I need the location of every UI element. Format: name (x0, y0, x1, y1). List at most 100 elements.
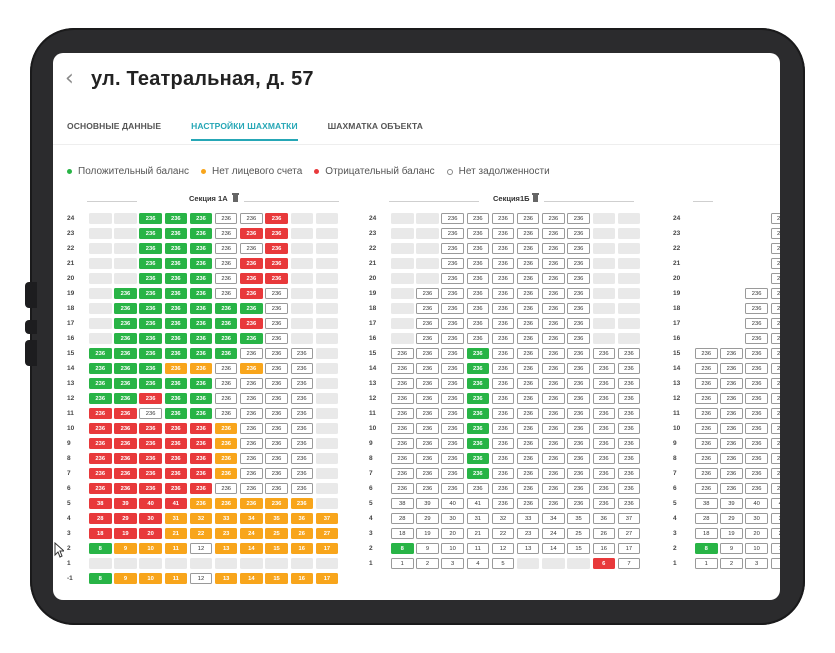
apartment-cell[interactable]: 236 (189, 258, 213, 269)
apartment-cell[interactable]: 8 (89, 543, 112, 554)
apartment-cell[interactable]: 33 (516, 513, 540, 524)
apartment-cell[interactable]: 236 (491, 378, 515, 389)
apartment-cell[interactable]: 236 (416, 483, 439, 494)
apartment-cell[interactable]: 20 (441, 528, 464, 539)
apartment-cell[interactable]: 236 (542, 348, 565, 359)
apartment-cell[interactable]: 10 (139, 573, 162, 584)
apartment-cell[interactable]: 236 (770, 378, 780, 389)
apartment-cell[interactable]: 236 (491, 453, 515, 464)
apartment-cell[interactable]: 236 (290, 483, 313, 494)
apartment-cell[interactable]: 236 (770, 273, 780, 284)
apartment-cell[interactable]: 236 (189, 423, 213, 434)
apartment-cell[interactable]: 236 (617, 483, 641, 494)
apartment-cell[interactable]: 236 (391, 468, 414, 479)
apartment-cell[interactable]: 236 (516, 333, 540, 344)
apartment-cell[interactable]: 236 (164, 453, 188, 464)
apartment-cell[interactable]: 28 (695, 513, 718, 524)
apartment-cell[interactable]: 236 (164, 258, 188, 269)
apartment-cell[interactable]: 236 (770, 348, 780, 359)
apartment-cell[interactable]: 236 (114, 348, 137, 359)
apartment-cell[interactable]: 11 (770, 543, 780, 554)
apartment-cell[interactable]: 20 (745, 528, 768, 539)
apartment-cell[interactable]: 24 (240, 528, 263, 539)
apartment-cell[interactable]: 236 (745, 468, 768, 479)
apartment-cell[interactable]: 236 (466, 258, 490, 269)
apartment-cell[interactable]: 29 (416, 513, 439, 524)
apartment-cell[interactable]: 236 (617, 453, 641, 464)
apartment-cell[interactable]: 236 (240, 213, 263, 224)
apartment-cell[interactable]: 236 (516, 303, 540, 314)
apartment-cell[interactable]: 236 (466, 303, 490, 314)
apartment-cell[interactable]: 236 (770, 303, 780, 314)
apartment-cell[interactable]: 236 (189, 363, 213, 374)
apartment-cell[interactable]: 236 (189, 213, 213, 224)
apartment-cell[interactable]: 236 (416, 378, 439, 389)
apartment-cell[interactable]: 236 (89, 348, 112, 359)
trash-icon[interactable] (532, 193, 539, 202)
apartment-cell[interactable]: 236 (466, 228, 490, 239)
apartment-cell[interactable]: 236 (770, 333, 780, 344)
apartment-cell[interactable]: 236 (114, 453, 137, 464)
apartment-cell[interactable]: 236 (416, 393, 439, 404)
apartment-cell[interactable]: 236 (164, 213, 188, 224)
apartment-cell[interactable]: 236 (265, 213, 288, 224)
apartment-cell[interactable]: 236 (391, 378, 414, 389)
apartment-cell[interactable]: 17 (315, 543, 339, 554)
apartment-cell[interactable]: 236 (695, 483, 718, 494)
apartment-cell[interactable]: 236 (491, 348, 515, 359)
apartment-cell[interactable]: 236 (542, 378, 565, 389)
apartment-cell[interactable]: 236 (114, 318, 137, 329)
tab-chess-settings[interactable]: НАСТРОЙКИ ШАХМАТКИ (191, 121, 298, 141)
apartment-cell[interactable]: 236 (567, 333, 590, 344)
apartment-cell[interactable]: 236 (542, 408, 565, 419)
apartment-cell[interactable]: 236 (391, 363, 414, 374)
apartment-cell[interactable]: 38 (89, 498, 112, 509)
apartment-cell[interactable]: 236 (441, 273, 464, 284)
apartment-cell[interactable]: 236 (214, 423, 238, 434)
apartment-cell[interactable]: 236 (745, 333, 768, 344)
apartment-cell[interactable]: 236 (466, 453, 490, 464)
apartment-cell[interactable]: 236 (542, 438, 565, 449)
apartment-cell[interactable]: 236 (516, 393, 540, 404)
apartment-cell[interactable]: 13 (516, 543, 540, 554)
apartment-cell[interactable]: 236 (592, 423, 615, 434)
apartment-cell[interactable]: 236 (516, 498, 540, 509)
apartment-cell[interactable]: 236 (89, 453, 112, 464)
apartment-cell[interactable]: 236 (240, 483, 263, 494)
apartment-cell[interactable]: 236 (770, 213, 780, 224)
apartment-cell[interactable]: 236 (214, 363, 238, 374)
apartment-cell[interactable]: 11 (466, 543, 490, 554)
apartment-cell[interactable]: 236 (491, 468, 515, 479)
apartment-cell[interactable]: 236 (770, 288, 780, 299)
apartment-cell[interactable]: 236 (695, 438, 718, 449)
apartment-cell[interactable]: 236 (240, 393, 263, 404)
apartment-cell[interactable]: 22 (491, 528, 515, 539)
apartment-cell[interactable]: 13 (214, 543, 238, 554)
apartment-cell[interactable]: 236 (745, 408, 768, 419)
apartment-cell[interactable]: 236 (491, 483, 515, 494)
apartment-cell[interactable]: 236 (265, 453, 288, 464)
apartment-cell[interactable]: 236 (516, 453, 540, 464)
apartment-cell[interactable]: 236 (592, 453, 615, 464)
apartment-cell[interactable]: 7 (617, 558, 641, 569)
apartment-cell[interactable]: 12 (491, 543, 515, 554)
apartment-cell[interactable]: 27 (315, 528, 339, 539)
apartment-cell[interactable]: 236 (720, 393, 743, 404)
apartment-cell[interactable]: 236 (745, 483, 768, 494)
apartment-cell[interactable]: 236 (617, 348, 641, 359)
apartment-cell[interactable]: 5 (491, 558, 515, 569)
apartment-cell[interactable]: 236 (441, 213, 464, 224)
apartment-cell[interactable]: 236 (214, 273, 238, 284)
apartment-cell[interactable]: 39 (114, 498, 137, 509)
apartment-cell[interactable]: 31 (770, 513, 780, 524)
apartment-cell[interactable]: 236 (491, 333, 515, 344)
apartment-cell[interactable]: 32 (491, 513, 515, 524)
apartment-cell[interactable]: 236 (391, 438, 414, 449)
apartment-cell[interactable]: 236 (592, 498, 615, 509)
apartment-cell[interactable]: 236 (416, 438, 439, 449)
apartment-cell[interactable]: 236 (720, 408, 743, 419)
apartment-cell[interactable]: 236 (139, 378, 162, 389)
apartment-cell[interactable]: 236 (567, 408, 590, 419)
apartment-cell[interactable]: 236 (516, 258, 540, 269)
apartment-cell[interactable]: 236 (164, 273, 188, 284)
